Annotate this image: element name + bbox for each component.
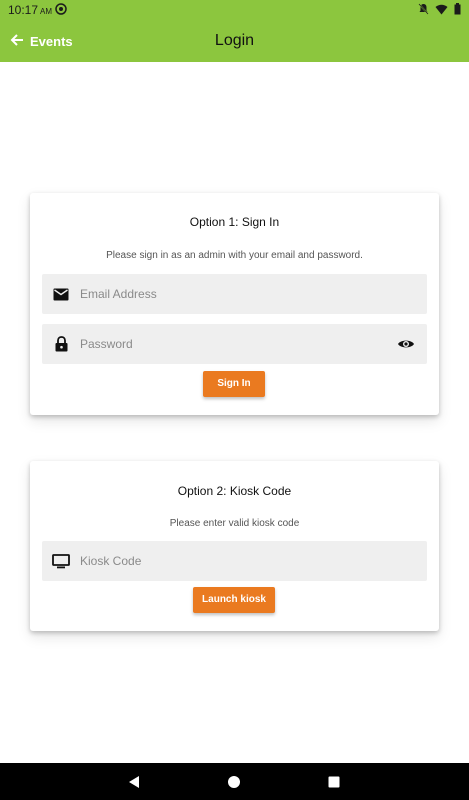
app-bar: 10:17 AM Events Login xyxy=(0,0,469,62)
eye-icon[interactable] xyxy=(395,333,417,355)
email-input[interactable] xyxy=(78,273,427,315)
email-field xyxy=(42,273,427,315)
status-icons xyxy=(418,3,461,15)
sign-in-title: Option 1: Sign In xyxy=(189,215,280,229)
kiosk-code-field xyxy=(42,540,427,582)
status-bar: 10:17 AM xyxy=(0,0,469,20)
recents-square-icon[interactable] xyxy=(326,774,342,790)
lock-icon xyxy=(52,335,70,353)
sign-in-card: Option 1: Sign In Please sign in as an a… xyxy=(30,193,439,415)
kiosk-code-input[interactable] xyxy=(78,540,427,582)
email-icon xyxy=(52,285,70,303)
notifications-off-icon xyxy=(418,3,429,15)
kiosk-subtitle: Please enter valid kiosk code xyxy=(169,518,300,529)
sign-in-button[interactable]: Sign In xyxy=(203,371,265,397)
home-circle-icon[interactable] xyxy=(226,774,242,790)
monitor-icon xyxy=(52,552,70,570)
status-time: 10:17 AM xyxy=(8,3,53,17)
kiosk-title: Option 2: Kiosk Code xyxy=(177,484,292,498)
back-triangle-icon[interactable] xyxy=(126,774,142,790)
sync-icon xyxy=(55,3,67,18)
sign-in-subtitle: Please sign in as an admin with your ema… xyxy=(106,250,363,261)
system-nav-bar xyxy=(0,763,469,800)
page-title: Login xyxy=(214,32,255,49)
launch-kiosk-button[interactable]: Launch kiosk xyxy=(193,587,275,613)
password-input[interactable] xyxy=(78,323,395,365)
battery-icon xyxy=(454,3,461,15)
wifi-icon xyxy=(435,4,448,14)
kiosk-card: Option 2: Kiosk Code Please enter valid … xyxy=(30,461,439,631)
password-field xyxy=(42,323,427,365)
